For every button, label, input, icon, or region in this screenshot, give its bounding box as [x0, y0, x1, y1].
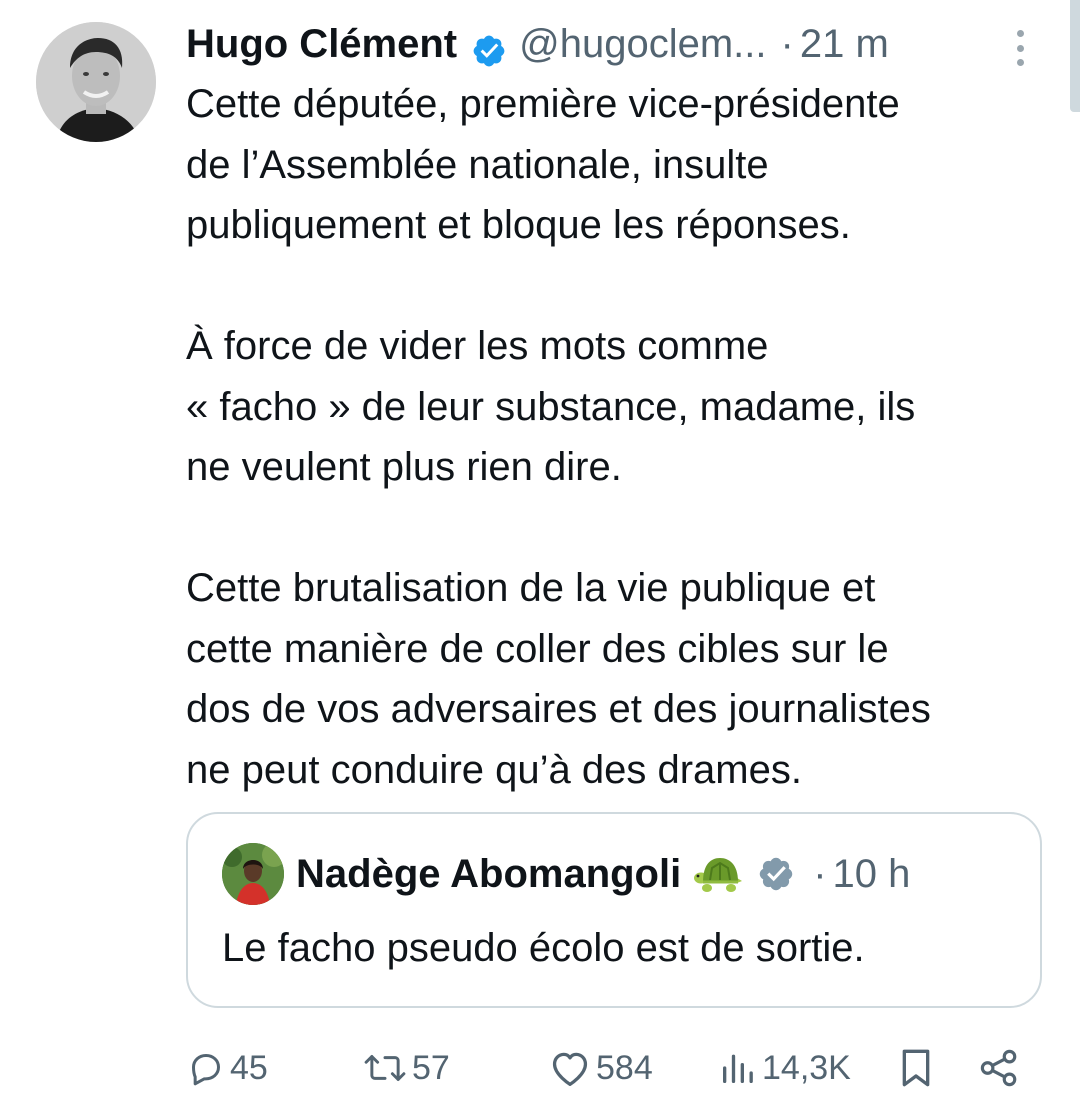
reply-count: 45 [230, 1048, 268, 1087]
quoted-tweet[interactable]: Nadège Abomangoli · 10 h Le facho pseudo… [186, 812, 1042, 1008]
tweet-text-line: publiquement et bloque les réponses. [186, 203, 851, 247]
verified-grey-badge-icon[interactable] [757, 855, 795, 893]
tweet-header: Hugo Clément @hugoclem... · 21 m [186, 14, 889, 74]
reply-button[interactable]: 45 [186, 1040, 268, 1096]
action-bar: 45 57 584 14,3K [186, 1040, 1036, 1096]
bookmark-icon [896, 1046, 936, 1090]
tweet-text: Cette députée, première vice-présidente … [186, 74, 1056, 800]
verified-badge-icon[interactable] [471, 26, 507, 67]
more-vertical-icon[interactable] [1010, 30, 1030, 66]
reply-icon [186, 1048, 226, 1088]
views-icon [718, 1048, 758, 1088]
quote-avatar [222, 843, 284, 905]
quote-text: Le facho pseudo écolo est de sortie. [222, 926, 865, 970]
quote-separator-dot: · [813, 851, 827, 896]
repost-button[interactable]: 57 [362, 1040, 450, 1096]
views-button[interactable]: 14,3K [718, 1040, 851, 1096]
tweet-text-line: Cette députée, première vice-présidente [186, 82, 900, 126]
repost-count: 57 [412, 1048, 450, 1087]
quoted-tweet-header: Nadège Abomangoli · 10 h [222, 843, 911, 905]
tweet-text-line: dos de vos adversaires et des journalist… [186, 687, 931, 731]
quote-author-name[interactable]: Nadège Abomangoli [296, 852, 681, 897]
author-handle[interactable]: @hugoclem... [519, 14, 766, 74]
quote-timestamp[interactable]: 10 h [833, 852, 911, 897]
tweet-text-line: Cette brutalisation de la vie publique e… [186, 566, 876, 610]
like-count: 584 [596, 1048, 653, 1087]
tweet-timestamp[interactable]: 21 m [800, 14, 889, 74]
author-name[interactable]: Hugo Clément [186, 14, 457, 74]
tweet-text-line: ne peut conduire qu’à des drames. [186, 747, 802, 792]
views-count: 14,3K [762, 1048, 851, 1087]
tweet[interactable]: Hugo Clément @hugoclem... · 21 m Cette d… [0, 0, 1080, 1102]
separator-dot: · [780, 22, 794, 66]
tweet-text-line: de l’Assemblée nationale, insulte [186, 142, 769, 187]
repost-icon [362, 1048, 408, 1088]
turtle-emoji-icon [693, 854, 743, 894]
like-button[interactable]: 584 [548, 1040, 653, 1096]
tweet-text-line: À force de vider les mots comme [186, 324, 769, 368]
heart-icon [548, 1048, 592, 1088]
share-icon [978, 1047, 1020, 1089]
bookmark-button[interactable] [896, 1040, 936, 1096]
avatar[interactable] [36, 22, 156, 142]
tweet-text-line: cette manière de coller des cibles sur l… [186, 626, 889, 671]
share-button[interactable] [978, 1040, 1020, 1096]
tweet-text-line: « facho » de leur substance, madame, ils [186, 384, 916, 429]
avatar-photo [36, 22, 156, 142]
tweet-text-line: ne veulent plus rien dire. [186, 445, 622, 489]
